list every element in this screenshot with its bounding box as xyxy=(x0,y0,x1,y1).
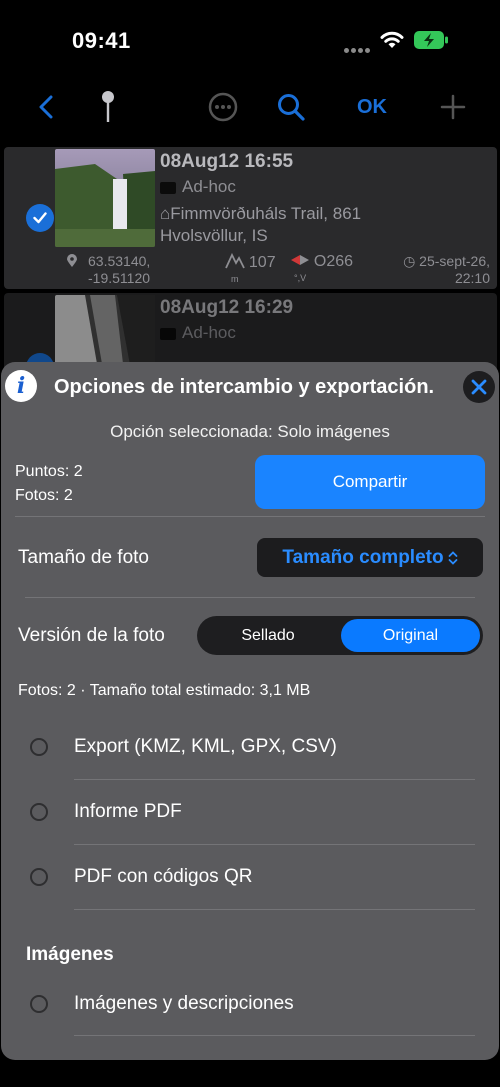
back-button[interactable] xyxy=(34,90,58,124)
ok-button[interactable]: OK xyxy=(352,90,392,124)
search-icon xyxy=(278,94,305,121)
compass-icon xyxy=(291,255,309,265)
radio-export[interactable] xyxy=(30,738,48,756)
selected-option-text: Opción seleccionada: Solo imágenes xyxy=(110,422,390,441)
version-sealed-option[interactable]: Sellado xyxy=(200,619,336,652)
nav-bar: OK xyxy=(0,80,500,135)
wifi-icon xyxy=(380,31,404,48)
sheet-title: Opciones de intercambio y exportación. xyxy=(54,376,435,398)
option-export-label[interactable]: Export (KMZ, KML, GPX, CSV) xyxy=(74,736,337,758)
divider xyxy=(74,1035,475,1036)
folder-icon xyxy=(160,182,176,194)
heading: O266 °,V xyxy=(290,253,353,287)
points-count: Puntos: 2 xyxy=(15,463,83,480)
point-title: 08Aug12 16:55 xyxy=(160,151,294,172)
divider xyxy=(15,516,485,517)
checkmark-icon xyxy=(33,212,47,224)
heading-value: O266 xyxy=(313,253,354,270)
photo-version-label: Versión de la foto xyxy=(18,625,165,646)
chevron-up-down-icon xyxy=(448,550,457,565)
altitude-value: 107 xyxy=(248,254,276,271)
images-section-header: Imágenes xyxy=(26,944,114,965)
folder-name: Ad-hoc xyxy=(182,177,236,196)
close-button[interactable] xyxy=(463,371,495,403)
add-button[interactable] xyxy=(438,90,468,124)
pin-icon xyxy=(102,91,114,122)
share-button[interactable]: Compartir xyxy=(255,455,485,509)
version-original-option[interactable]: Original xyxy=(341,619,480,652)
date-line-2: 22:10 xyxy=(454,270,490,286)
plus-icon xyxy=(440,94,466,120)
status-bar: 09:41 xyxy=(0,0,500,80)
photo-size-label: Tamaño de foto xyxy=(18,547,149,568)
divider xyxy=(25,597,475,598)
divider xyxy=(74,844,475,845)
photo-thumbnail xyxy=(55,149,155,247)
divider xyxy=(74,779,475,780)
status-time: 09:41 xyxy=(72,28,131,53)
divider xyxy=(74,909,475,910)
more-button[interactable] xyxy=(207,90,239,124)
location-pin-icon xyxy=(67,254,77,267)
search-button[interactable] xyxy=(274,90,308,124)
altitude: 107 m xyxy=(225,252,276,288)
option-pdf-report-label[interactable]: Informe PDF xyxy=(74,801,182,823)
longitude: -19.51120 xyxy=(88,270,151,286)
radio-images-descriptions[interactable] xyxy=(30,995,48,1013)
photo-version-control: Sellado Original xyxy=(197,616,483,655)
timestamp: ◷ 25-sept-26, 22:10 xyxy=(396,253,490,287)
photo-size-value: Tamaño completo xyxy=(282,546,444,568)
chevron-left-icon xyxy=(39,95,53,119)
counts: Puntos: 2 Fotos: 2 xyxy=(15,460,83,508)
export-sheet: i Opciones de intercambio y exportación.… xyxy=(1,362,499,1060)
option-images-descriptions-label[interactable]: Imágenes y descripciones xyxy=(74,993,294,1015)
address-line-1: ⌂Fimmvörðuháls Trail, 861 xyxy=(160,204,362,223)
coordinates: 63.53140, -19.51120 xyxy=(66,253,150,287)
signal-icon xyxy=(344,40,374,53)
close-icon xyxy=(471,379,487,395)
selection-check[interactable] xyxy=(26,204,54,232)
option-pdf-qr-label[interactable]: PDF con códigos QR xyxy=(74,866,252,888)
photo-size-select[interactable]: Tamaño completo xyxy=(257,538,483,577)
size-estimate: Fotos: 2 · Tamaño total estimado: 3,1 MB xyxy=(18,682,311,699)
ellipsis-circle-icon xyxy=(208,92,238,122)
list-item[interactable]: 08Aug12 16:55 Ad-hoc ⌂Fimmvörðuháls Trai… xyxy=(4,147,497,289)
point-folder: Ad-hoc xyxy=(160,177,236,197)
date-line-1: ◷ 25-sept-26, xyxy=(403,253,490,269)
point-address: ⌂Fimmvörðuháls Trail, 861 Hvolsvöllur, I… xyxy=(160,203,490,247)
latitude: 63.53140, xyxy=(88,253,151,269)
battery-icon xyxy=(414,31,448,49)
heading-unit: °,V xyxy=(294,273,307,283)
map-pin-button[interactable] xyxy=(96,90,120,124)
info-icon: i xyxy=(5,370,37,402)
radio-pdf-qr[interactable] xyxy=(30,868,48,886)
address-line-2: Hvolsvöllur, IS xyxy=(160,226,268,245)
photos-count: Fotos: 2 xyxy=(15,487,73,504)
altitude-unit: m xyxy=(231,274,239,284)
radio-pdf-report[interactable] xyxy=(30,803,48,821)
mountain-icon xyxy=(225,252,245,269)
